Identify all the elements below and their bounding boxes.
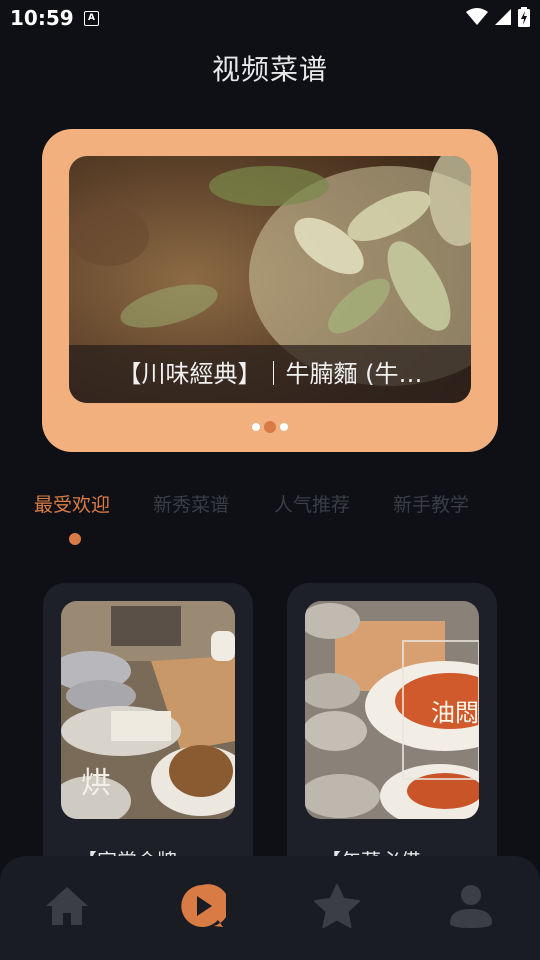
signal-icon bbox=[495, 9, 511, 25]
nav-favorites[interactable] bbox=[313, 882, 361, 930]
recipe-photo: 烘 bbox=[61, 601, 235, 819]
nav-video[interactable] bbox=[178, 882, 226, 930]
status-time: 10:59 bbox=[10, 6, 74, 30]
banner-pagination bbox=[42, 421, 498, 433]
pagination-dot[interactable] bbox=[280, 423, 288, 431]
nav-home[interactable] bbox=[43, 882, 91, 930]
tab-most-popular[interactable]: 最受欢迎 bbox=[34, 490, 110, 517]
tab-new-recipes[interactable]: 新秀菜谱 bbox=[153, 490, 229, 517]
star-icon bbox=[314, 884, 360, 928]
tab-beginner-tutorials[interactable]: 新手教学 bbox=[393, 490, 469, 517]
bottom-navigation bbox=[0, 856, 540, 960]
pagination-dot[interactable] bbox=[252, 423, 260, 431]
pagination-dot-active[interactable] bbox=[264, 421, 276, 433]
recipe-card-image[interactable]: 油悶 bbox=[305, 601, 479, 819]
home-icon bbox=[46, 887, 88, 925]
tab-popular-picks[interactable]: 人气推荐 bbox=[274, 490, 350, 517]
recipe-card-image[interactable]: 烘 bbox=[61, 601, 235, 819]
recipe-card[interactable]: 油悶 【年菜必備 bbox=[287, 583, 497, 883]
page-title: 视频菜谱 bbox=[211, 53, 328, 86]
active-tab-indicator bbox=[69, 533, 81, 545]
banner-caption: 【川味經典】｜牛腩麵 (牛… bbox=[69, 345, 471, 403]
card-image-text: 烘 bbox=[81, 766, 111, 801]
banner-image[interactable]: 【川味經典】｜牛腩麵 (牛… bbox=[69, 156, 471, 403]
status-icons bbox=[466, 7, 530, 27]
play-video-icon bbox=[181, 884, 226, 927]
card-image-text: 油悶 bbox=[431, 699, 479, 727]
battery-icon bbox=[518, 7, 530, 27]
featured-banner[interactable]: 【川味經典】｜牛腩麵 (牛… bbox=[42, 129, 498, 452]
recipe-photo: 油悶 bbox=[305, 601, 479, 819]
wifi-icon bbox=[466, 8, 488, 25]
nav-profile[interactable] bbox=[447, 882, 495, 930]
recipe-card[interactable]: 烘 【家常金牌 bbox=[43, 583, 253, 883]
category-tabs: 最受欢迎 新秀菜谱 人气推荐 新手教学 bbox=[0, 490, 540, 550]
accessibility-a-icon: A bbox=[84, 11, 99, 26]
status-bar: 10:59 A bbox=[0, 0, 540, 36]
user-icon bbox=[450, 885, 492, 928]
